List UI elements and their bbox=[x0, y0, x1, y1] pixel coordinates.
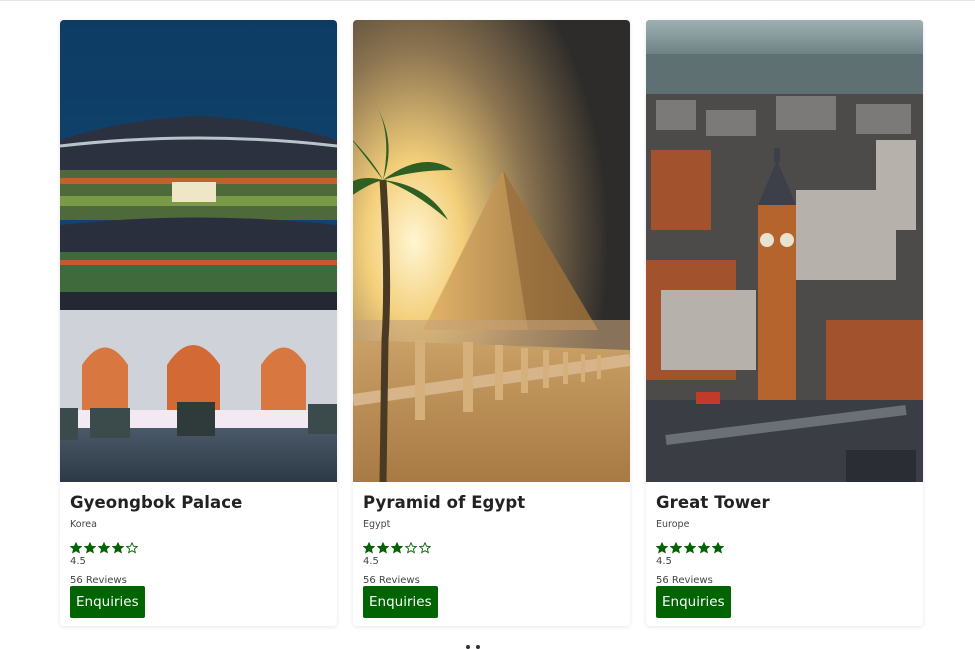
enquiries-button[interactable]: Enquiries bbox=[70, 586, 145, 618]
enquiries-button[interactable]: Enquiries bbox=[363, 586, 438, 618]
destination-card: Great Tower Europe 4.5 56 Reviews Enquir… bbox=[646, 20, 923, 626]
star-filled-icon bbox=[656, 542, 668, 554]
star-filled-icon bbox=[70, 542, 82, 554]
star-empty-icon bbox=[126, 542, 138, 554]
star-filled-icon bbox=[712, 542, 724, 554]
star-empty-icon bbox=[419, 542, 431, 554]
top-divider bbox=[0, 0, 975, 1]
card-location: Europe bbox=[656, 519, 690, 530]
destination-card: Gyeongbok Palace Korea 4.5 56 Reviews En… bbox=[60, 20, 337, 626]
star-filled-icon bbox=[391, 542, 403, 554]
pyramid-image bbox=[353, 20, 630, 482]
carousel-dot[interactable] bbox=[476, 645, 480, 649]
rating-value: 4.5 bbox=[363, 556, 379, 567]
card-title: Great Tower bbox=[656, 493, 770, 512]
destination-card: Pyramid of Egypt Egypt 4.5 56 Reviews En… bbox=[353, 20, 630, 626]
star-filled-icon bbox=[698, 542, 710, 554]
star-filled-icon bbox=[363, 542, 375, 554]
enquiries-button[interactable]: Enquiries bbox=[656, 586, 731, 618]
star-empty-icon bbox=[405, 542, 417, 554]
card-title: Gyeongbok Palace bbox=[70, 493, 243, 512]
card-location: Korea bbox=[70, 519, 97, 530]
carousel-dot[interactable] bbox=[466, 645, 470, 649]
rating-value: 4.5 bbox=[70, 556, 86, 567]
star-filled-icon bbox=[84, 542, 96, 554]
star-rating bbox=[70, 542, 327, 554]
gyeongbok-palace-image bbox=[60, 20, 337, 482]
star-filled-icon bbox=[98, 542, 110, 554]
big-ben-image bbox=[646, 20, 923, 482]
rating-value: 4.5 bbox=[656, 556, 672, 567]
star-filled-icon bbox=[684, 542, 696, 554]
carousel-pagination bbox=[466, 645, 480, 649]
card-location: Egypt bbox=[363, 519, 391, 530]
star-filled-icon bbox=[670, 542, 682, 554]
star-rating bbox=[363, 542, 620, 554]
star-rating bbox=[656, 542, 913, 554]
card-title: Pyramid of Egypt bbox=[363, 493, 526, 512]
destination-cards: Gyeongbok Palace Korea 4.5 56 Reviews En… bbox=[60, 20, 923, 626]
star-filled-icon bbox=[112, 542, 124, 554]
star-filled-icon bbox=[377, 542, 389, 554]
